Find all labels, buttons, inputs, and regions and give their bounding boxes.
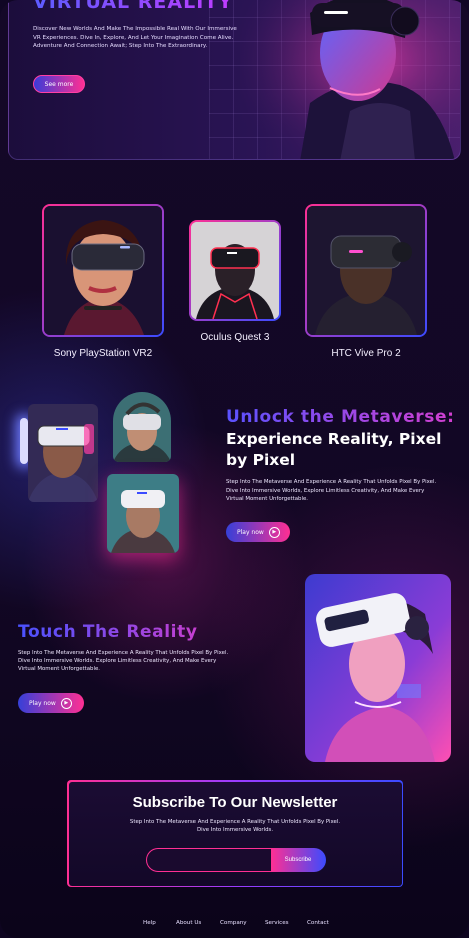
metaverse-image-man2-vr xyxy=(107,474,179,553)
metaverse-title-line2: Experience Reality, Pixel by Pixel xyxy=(226,430,442,469)
metaverse-title-line1: Unlock the Metaverse: xyxy=(226,407,455,427)
see-more-button[interactable]: See more xyxy=(33,75,85,93)
product-name-oculus: Oculus Quest 3 xyxy=(200,332,270,343)
footer-link-contact[interactable]: Contact xyxy=(307,920,329,926)
metaverse-image-man-vr xyxy=(28,404,98,502)
touch-vr-woman-image xyxy=(305,574,451,762)
sony-vr-person-image xyxy=(44,206,162,335)
page-frame: VIRTUAL REALITY Discover New Worlds And … xyxy=(0,0,469,938)
oculus-vr-person-image xyxy=(191,222,279,319)
product-name-htc: HTC Vive Pro 2 xyxy=(331,348,401,359)
hero-title: VIRTUAL REALITY xyxy=(33,0,233,13)
metaverse-image-woman-vr xyxy=(113,392,171,462)
play-icon: ▶ xyxy=(268,526,280,538)
touch-play-now-button[interactable]: Play now ▶ xyxy=(18,693,84,713)
metaverse-description: Step Into The Metaverse And Experience A… xyxy=(226,479,437,503)
product-name-sony: Sony PlayStation VR2 xyxy=(53,348,153,359)
hero-description: Discover New Worlds And Make The Impossi… xyxy=(33,26,237,50)
subscribe-button[interactable]: Subscribe xyxy=(270,847,326,872)
neon-light-bar xyxy=(20,418,28,464)
play-now-label: Play now xyxy=(29,699,56,707)
product-card-oculus[interactable] xyxy=(189,220,281,321)
footer-link-about-us[interactable]: About Us xyxy=(176,920,201,926)
footer-link-company[interactable]: Company xyxy=(220,920,247,926)
touch-title: Touch The Reality xyxy=(18,622,198,642)
htc-vr-person-image xyxy=(307,206,425,335)
product-card-htc[interactable] xyxy=(305,204,427,337)
product-card-sony[interactable] xyxy=(42,204,164,337)
footer-link-services[interactable]: Services xyxy=(265,920,289,926)
footer-link-help[interactable]: Help xyxy=(143,920,156,926)
metaverse-play-now-button[interactable]: Play now ▶ xyxy=(226,522,290,542)
newsletter-description: Step Into The Metaverse And Experience A… xyxy=(129,818,341,833)
hero-banner: VIRTUAL REALITY Discover New Worlds And … xyxy=(8,0,461,160)
touch-description: Step Into The Metaverse And Experience A… xyxy=(18,650,229,672)
newsletter-title: Subscribe To Our Newsletter xyxy=(132,793,338,811)
newsletter-email-input[interactable] xyxy=(145,847,273,872)
hero-vr-person-image xyxy=(240,0,460,159)
play-icon: ▶ xyxy=(60,697,72,709)
newsletter-box: Subscribe To Our Newsletter Step Into Th… xyxy=(67,780,403,887)
play-now-label: Play now xyxy=(237,528,264,536)
